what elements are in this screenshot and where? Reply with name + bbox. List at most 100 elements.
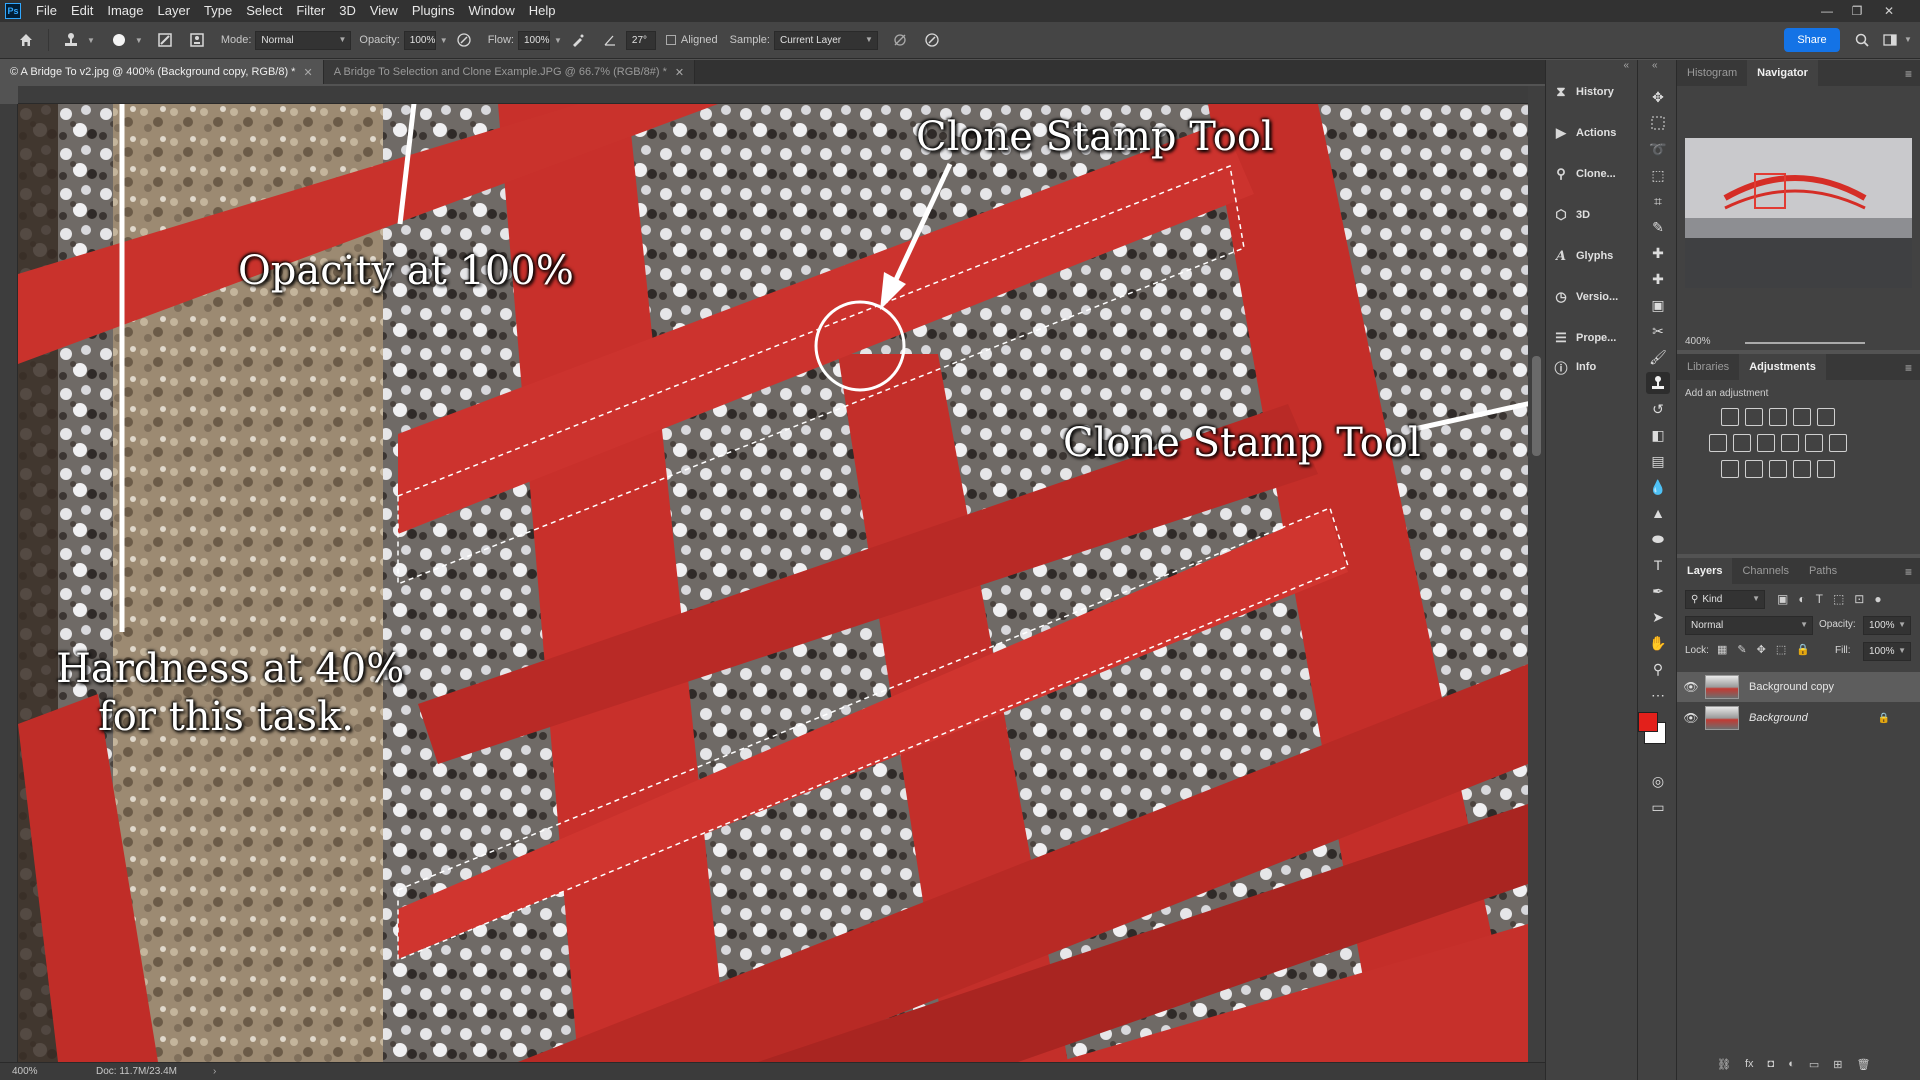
menu-3d[interactable]: 3D <box>332 0 363 22</box>
lock-artboard-icon[interactable]: ⬚ <box>1776 643 1786 656</box>
tab-libraries[interactable]: Libraries <box>1677 354 1739 380</box>
chevron-down-icon[interactable]: ▼ <box>135 36 143 45</box>
dodge-tool-icon[interactable]: ▲ <box>1646 502 1670 524</box>
collapse-icon[interactable]: « <box>1623 60 1629 71</box>
color-balance-icon[interactable] <box>1733 434 1751 452</box>
type-filter-icon[interactable]: T <box>1816 592 1823 606</box>
eye-icon[interactable]: 👁 <box>1677 711 1705 725</box>
screen-mode-icon[interactable]: ▭ <box>1646 796 1670 818</box>
menu-plugins[interactable]: Plugins <box>405 0 462 22</box>
layer-opacity-input[interactable]: 100% ▼ <box>1863 616 1911 635</box>
gradient-map-icon[interactable] <box>1817 460 1835 478</box>
layer-filter-kind[interactable]: ⚲ Kind ▼ <box>1685 590 1765 609</box>
chevron-right-icon[interactable]: › <box>213 1066 216 1077</box>
menu-filter[interactable]: Filter <box>289 0 332 22</box>
navigator-preview[interactable] <box>1685 138 1912 288</box>
crop-tool-icon[interactable]: ⌗ <box>1646 190 1670 212</box>
tab-channels[interactable]: Channels <box>1732 558 1798 584</box>
new-layer-icon[interactable]: ⊞ <box>1833 1058 1842 1071</box>
menu-select[interactable]: Select <box>239 0 289 22</box>
lock-position-icon[interactable]: ✥ <box>1757 643 1766 656</box>
panel-menu-icon[interactable]: ≡ <box>1905 565 1912 579</box>
layer-background-copy[interactable]: 👁 Background copy <box>1677 672 1920 702</box>
smart-object-filter-icon[interactable]: ⊡ <box>1854 592 1864 606</box>
trash-icon[interactable]: 🗑 <box>1856 1058 1870 1071</box>
quick-mask-icon[interactable]: ◎ <box>1646 770 1670 792</box>
chevron-down-icon[interactable]: ▼ <box>554 36 562 45</box>
dock-versions[interactable]: ◷ Versio... <box>1546 281 1638 313</box>
pixel-filter-icon[interactable]: ▣ <box>1777 592 1788 606</box>
brightness-icon[interactable] <box>1721 408 1739 426</box>
layer-background[interactable]: 👁 Background 🔒 <box>1677 703 1920 733</box>
zoom-tool-icon[interactable]: ⚲ <box>1646 658 1670 680</box>
move-tool-icon[interactable]: ✥ <box>1646 86 1670 108</box>
panel-menu-icon[interactable]: ≡ <box>1905 67 1912 81</box>
angle-input[interactable]: 27° <box>625 30 656 50</box>
adjustment-filter-icon[interactable]: ◐ <box>1798 592 1805 606</box>
object-selection-tool-icon[interactable]: ⬚ <box>1646 164 1670 186</box>
spot-healing-tool-icon[interactable]: ✚ <box>1646 268 1670 290</box>
vibrance-icon[interactable] <box>1817 408 1835 426</box>
channel-mixer-icon[interactable] <box>1805 434 1823 452</box>
restore-icon[interactable]: ❐ <box>1842 0 1872 22</box>
dock-glyphs[interactable]: A Glyphs <box>1546 240 1638 272</box>
vertical-scrollbar[interactable] <box>1528 86 1545 1062</box>
tab-clone-example[interactable]: A Bridge To Selection and Clone Example.… <box>323 60 696 84</box>
brush-preset-icon[interactable] <box>107 28 131 52</box>
dock-actions[interactable]: ▶ Actions <box>1546 117 1638 149</box>
posterize-icon[interactable] <box>1745 460 1763 478</box>
history-brush-tool-icon[interactable]: ↺ <box>1646 398 1670 420</box>
filter-toggle-icon[interactable]: ● <box>1874 592 1881 606</box>
collapse-icon[interactable]: « <box>1652 60 1658 71</box>
search-icon[interactable] <box>1850 28 1874 52</box>
pressure-opacity-icon[interactable] <box>452 28 476 52</box>
zoom-slider[interactable] <box>1745 342 1865 344</box>
mode-select[interactable]: Normal ▼ <box>255 30 352 50</box>
levels-icon[interactable] <box>1745 408 1763 426</box>
lock-transparency-icon[interactable]: ▦ <box>1717 643 1727 656</box>
airbrush-icon[interactable] <box>566 28 590 52</box>
healing-brush-tool-icon[interactable]: ✚ <box>1646 242 1670 264</box>
curves-icon[interactable] <box>1769 408 1787 426</box>
type-tool-icon[interactable]: T <box>1646 554 1670 576</box>
close-icon[interactable]: ✕ <box>303 66 312 79</box>
layer-name[interactable]: Background copy <box>1749 681 1834 693</box>
marquee-tool-icon[interactable] <box>1646 112 1670 134</box>
fx-icon[interactable]: fx <box>1745 1058 1754 1071</box>
tab-navigator[interactable]: Navigator <box>1747 60 1818 86</box>
dock-clone-source[interactable]: ⚲ Clone... <box>1546 158 1638 190</box>
clone-stamp-tool-icon[interactable] <box>1646 372 1670 394</box>
menu-window[interactable]: Window <box>461 0 521 22</box>
menu-file[interactable]: File <box>29 0 64 22</box>
tab-adjustments[interactable]: Adjustments <box>1739 354 1826 380</box>
panel-menu-icon[interactable]: ≡ <box>1905 361 1912 375</box>
close-icon[interactable]: ✕ <box>1874 0 1904 22</box>
link-layers-icon[interactable]: ⛓ <box>1717 1058 1731 1071</box>
menu-type[interactable]: Type <box>197 0 239 22</box>
home-icon[interactable] <box>14 28 38 52</box>
more-tools-icon[interactable]: ⋯ <box>1646 684 1670 706</box>
path-selection-tool-icon[interactable]: ➤ <box>1646 606 1670 628</box>
black-white-icon[interactable] <box>1757 434 1775 452</box>
navigator-zoom[interactable]: 400% <box>1685 336 1711 347</box>
pen-tool-icon[interactable]: ✒ <box>1646 580 1670 602</box>
lock-icon[interactable]: 🔒 <box>1878 713 1890 724</box>
photo-filter-icon[interactable] <box>1781 434 1799 452</box>
tab-histogram[interactable]: Histogram <box>1677 60 1747 86</box>
slice-tool-icon[interactable]: ✂ <box>1646 320 1670 342</box>
tab-bridge-v2[interactable]: © A Bridge To v2.jpg @ 400% (Background … <box>0 60 324 84</box>
close-icon[interactable]: ✕ <box>675 66 684 79</box>
selective-color-icon[interactable] <box>1793 460 1811 478</box>
menu-view[interactable]: View <box>363 0 405 22</box>
aligned-checkbox[interactable] <box>665 35 676 45</box>
opacity-input[interactable]: 100% <box>403 30 436 50</box>
foreground-color-swatch[interactable] <box>1638 712 1658 732</box>
flow-input[interactable]: 100% <box>517 30 550 50</box>
blur-tool-icon[interactable]: 💧 <box>1646 476 1670 498</box>
shape-filter-icon[interactable]: ⬚ <box>1833 592 1844 606</box>
hand-tool-icon[interactable]: ✋ <box>1646 632 1670 654</box>
brush-settings-icon[interactable] <box>153 28 177 52</box>
menu-layer[interactable]: Layer <box>151 0 198 22</box>
invert-icon[interactable] <box>1721 460 1739 478</box>
ignore-adjustment-layers-icon[interactable] <box>888 28 912 52</box>
